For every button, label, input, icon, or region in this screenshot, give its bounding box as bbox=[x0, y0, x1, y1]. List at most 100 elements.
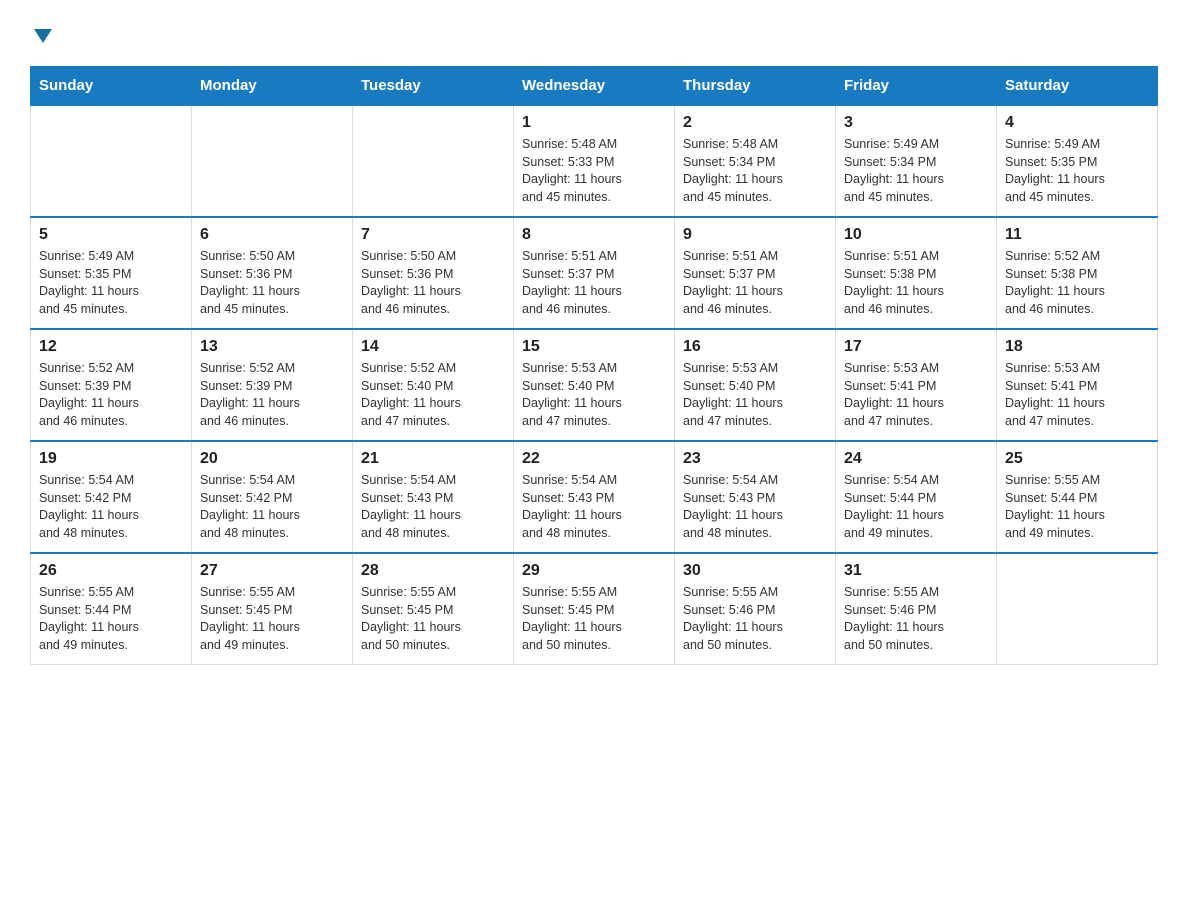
day-info: Sunrise: 5:54 AMSunset: 5:44 PMDaylight:… bbox=[844, 472, 988, 542]
calendar-body: 1 Sunrise: 5:48 AMSunset: 5:33 PMDaylight… bbox=[31, 105, 1158, 665]
calendar-table: Sunday Monday Tuesday Wednesday Thursday… bbox=[30, 66, 1158, 665]
day-number: 30 bbox=[683, 562, 827, 580]
day-info: Sunrise: 5:54 AMSunset: 5:42 PMDaylight:… bbox=[39, 472, 183, 542]
table-row: 20 Sunrise: 5:54 AMSunset: 5:42 PMDayligh… bbox=[192, 441, 353, 553]
day-number: 24 bbox=[844, 450, 988, 468]
table-row: 12 Sunrise: 5:52 AMSunset: 5:39 PMDayligh… bbox=[31, 329, 192, 441]
day-info: Sunrise: 5:53 AMSunset: 5:40 PMDaylight:… bbox=[522, 360, 666, 430]
day-number: 8 bbox=[522, 226, 666, 244]
calendar-header: Sunday Monday Tuesday Wednesday Thursday… bbox=[31, 67, 1158, 106]
day-info: Sunrise: 5:52 AMSunset: 5:39 PMDaylight:… bbox=[200, 360, 344, 430]
table-row: 4 Sunrise: 5:49 AMSunset: 5:35 PMDaylight… bbox=[997, 105, 1158, 217]
logo-general bbox=[30, 20, 54, 48]
col-friday: Friday bbox=[836, 67, 997, 106]
day-info: Sunrise: 5:51 AMSunset: 5:37 PMDaylight:… bbox=[683, 248, 827, 318]
col-thursday: Thursday bbox=[675, 67, 836, 106]
table-row: 18 Sunrise: 5:53 AMSunset: 5:41 PMDayligh… bbox=[997, 329, 1158, 441]
day-info: Sunrise: 5:53 AMSunset: 5:40 PMDaylight:… bbox=[683, 360, 827, 430]
calendar-week-row: 12 Sunrise: 5:52 AMSunset: 5:39 PMDayligh… bbox=[31, 329, 1158, 441]
day-number: 11 bbox=[1005, 226, 1149, 244]
day-info: Sunrise: 5:48 AMSunset: 5:34 PMDaylight:… bbox=[683, 136, 827, 206]
day-info: Sunrise: 5:50 AMSunset: 5:36 PMDaylight:… bbox=[361, 248, 505, 318]
day-info: Sunrise: 5:54 AMSunset: 5:43 PMDaylight:… bbox=[522, 472, 666, 542]
day-info: Sunrise: 5:53 AMSunset: 5:41 PMDaylight:… bbox=[1005, 360, 1149, 430]
calendar-week-row: 19 Sunrise: 5:54 AMSunset: 5:42 PMDayligh… bbox=[31, 441, 1158, 553]
table-row: 24 Sunrise: 5:54 AMSunset: 5:44 PMDayligh… bbox=[836, 441, 997, 553]
col-sunday: Sunday bbox=[31, 67, 192, 106]
day-number: 22 bbox=[522, 450, 666, 468]
day-info: Sunrise: 5:55 AMSunset: 5:45 PMDaylight:… bbox=[361, 584, 505, 654]
day-number: 20 bbox=[200, 450, 344, 468]
col-wednesday: Wednesday bbox=[514, 67, 675, 106]
table-row: 11 Sunrise: 5:52 AMSunset: 5:38 PMDayligh… bbox=[997, 217, 1158, 329]
table-row: 31Sunrise: 5:55 AMSunset: 5:46 PMDayligh… bbox=[836, 553, 997, 665]
day-info: Sunrise: 5:55 AMSunset: 5:45 PMDaylight:… bbox=[522, 584, 666, 654]
day-info: Sunrise: 5:54 AMSunset: 5:43 PMDaylight:… bbox=[683, 472, 827, 542]
day-number: 6 bbox=[200, 226, 344, 244]
page-header bbox=[30, 20, 1158, 46]
day-number: 1 bbox=[522, 114, 666, 132]
day-number: 29 bbox=[522, 562, 666, 580]
table-row: 13 Sunrise: 5:52 AMSunset: 5:39 PMDayligh… bbox=[192, 329, 353, 441]
day-info: Sunrise: 5:53 AMSunset: 5:41 PMDaylight:… bbox=[844, 360, 988, 430]
day-number: 4 bbox=[1005, 114, 1149, 132]
calendar-week-row: 26 Sunrise: 5:55 AMSunset: 5:44 PMDayligh… bbox=[31, 553, 1158, 665]
day-info: Sunrise: 5:49 AMSunset: 5:35 PMDaylight:… bbox=[39, 248, 183, 318]
table-row: 10Sunrise: 5:51 AMSunset: 5:38 PMDayligh… bbox=[836, 217, 997, 329]
table-row bbox=[997, 553, 1158, 665]
table-row: 16 Sunrise: 5:53 AMSunset: 5:40 PMDayligh… bbox=[675, 329, 836, 441]
col-monday: Monday bbox=[192, 67, 353, 106]
table-row: 1 Sunrise: 5:48 AMSunset: 5:33 PMDaylight… bbox=[514, 105, 675, 217]
day-number: 26 bbox=[39, 562, 183, 580]
day-info: Sunrise: 5:55 AMSunset: 5:44 PMDaylight:… bbox=[39, 584, 183, 654]
table-row: 21Sunrise: 5:54 AMSunset: 5:43 PMDayligh… bbox=[353, 441, 514, 553]
day-number: 10 bbox=[844, 226, 988, 244]
table-row: 9 Sunrise: 5:51 AMSunset: 5:37 PMDaylight… bbox=[675, 217, 836, 329]
day-info: Sunrise: 5:52 AMSunset: 5:39 PMDaylight:… bbox=[39, 360, 183, 430]
day-number: 19 bbox=[39, 450, 183, 468]
day-number: 2 bbox=[683, 114, 827, 132]
day-info: Sunrise: 5:52 AMSunset: 5:38 PMDaylight:… bbox=[1005, 248, 1149, 318]
table-row: 26 Sunrise: 5:55 AMSunset: 5:44 PMDayligh… bbox=[31, 553, 192, 665]
table-row: 28 Sunrise: 5:55 AMSunset: 5:45 PMDayligh… bbox=[353, 553, 514, 665]
day-info: Sunrise: 5:48 AMSunset: 5:33 PMDaylight:… bbox=[522, 136, 666, 206]
table-row: 27Sunrise: 5:55 AMSunset: 5:45 PMDayligh… bbox=[192, 553, 353, 665]
table-row: 29 Sunrise: 5:55 AMSunset: 5:45 PMDayligh… bbox=[514, 553, 675, 665]
day-info: Sunrise: 5:54 AMSunset: 5:42 PMDaylight:… bbox=[200, 472, 344, 542]
table-row: 30 Sunrise: 5:55 AMSunset: 5:46 PMDayligh… bbox=[675, 553, 836, 665]
calendar-week-row: 5Sunrise: 5:49 AMSunset: 5:35 PMDaylight… bbox=[31, 217, 1158, 329]
day-number: 16 bbox=[683, 338, 827, 356]
day-info: Sunrise: 5:49 AMSunset: 5:35 PMDaylight:… bbox=[1005, 136, 1149, 206]
day-number: 12 bbox=[39, 338, 183, 356]
day-number: 18 bbox=[1005, 338, 1149, 356]
col-saturday: Saturday bbox=[997, 67, 1158, 106]
day-number: 14 bbox=[361, 338, 505, 356]
table-row bbox=[353, 105, 514, 217]
day-info: Sunrise: 5:52 AMSunset: 5:40 PMDaylight:… bbox=[361, 360, 505, 430]
day-number: 3 bbox=[844, 114, 988, 132]
day-info: Sunrise: 5:55 AMSunset: 5:44 PMDaylight:… bbox=[1005, 472, 1149, 542]
logo bbox=[30, 20, 54, 46]
day-info: Sunrise: 5:55 AMSunset: 5:46 PMDaylight:… bbox=[844, 584, 988, 654]
table-row: 25Sunrise: 5:55 AMSunset: 5:44 PMDayligh… bbox=[997, 441, 1158, 553]
col-tuesday: Tuesday bbox=[353, 67, 514, 106]
table-row: 8 Sunrise: 5:51 AMSunset: 5:37 PMDaylight… bbox=[514, 217, 675, 329]
day-number: 28 bbox=[361, 562, 505, 580]
day-number: 23 bbox=[683, 450, 827, 468]
day-info: Sunrise: 5:50 AMSunset: 5:36 PMDaylight:… bbox=[200, 248, 344, 318]
table-row: 14 Sunrise: 5:52 AMSunset: 5:40 PMDayligh… bbox=[353, 329, 514, 441]
day-info: Sunrise: 5:49 AMSunset: 5:34 PMDaylight:… bbox=[844, 136, 988, 206]
day-number: 21 bbox=[361, 450, 505, 468]
table-row: 19 Sunrise: 5:54 AMSunset: 5:42 PMDayligh… bbox=[31, 441, 192, 553]
day-number: 7 bbox=[361, 226, 505, 244]
table-row: 7 Sunrise: 5:50 AMSunset: 5:36 PMDaylight… bbox=[353, 217, 514, 329]
day-info: Sunrise: 5:55 AMSunset: 5:46 PMDaylight:… bbox=[683, 584, 827, 654]
table-row bbox=[192, 105, 353, 217]
table-row: 2 Sunrise: 5:48 AMSunset: 5:34 PMDaylight… bbox=[675, 105, 836, 217]
day-number: 13 bbox=[200, 338, 344, 356]
day-number: 9 bbox=[683, 226, 827, 244]
calendar-week-row: 1 Sunrise: 5:48 AMSunset: 5:33 PMDaylight… bbox=[31, 105, 1158, 217]
day-info: Sunrise: 5:51 AMSunset: 5:37 PMDaylight:… bbox=[522, 248, 666, 318]
day-number: 27 bbox=[200, 562, 344, 580]
table-row: 23 Sunrise: 5:54 AMSunset: 5:43 PMDayligh… bbox=[675, 441, 836, 553]
